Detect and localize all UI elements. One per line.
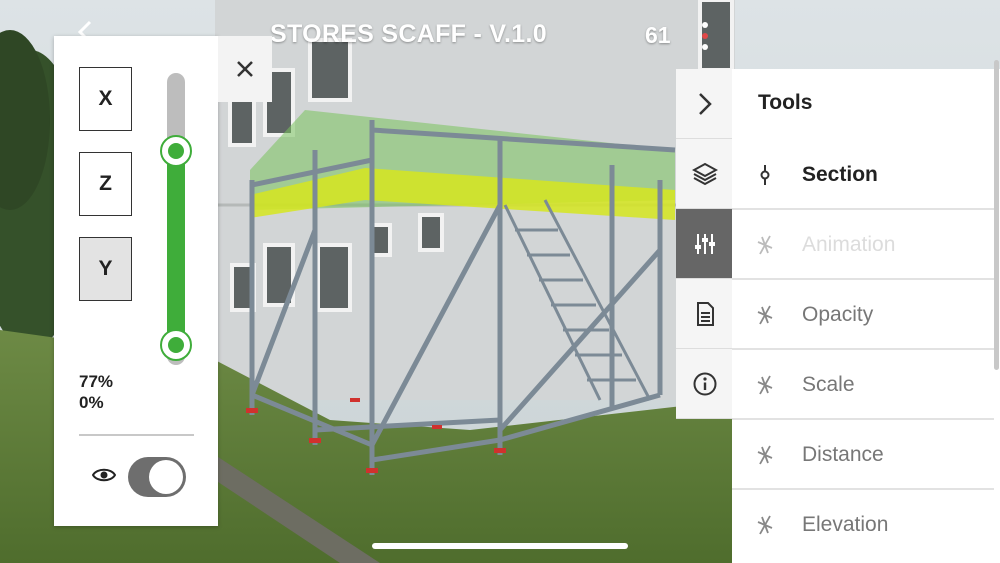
section-pin-icon <box>760 165 770 185</box>
crossed-tool-icon <box>757 235 773 255</box>
close-panel-button[interactable] <box>218 36 272 102</box>
crossed-tool-icon <box>757 375 773 395</box>
tool-item-elevation[interactable]: Elevation <box>732 490 994 560</box>
sliders-icon <box>694 233 715 254</box>
tool-item-label: Section <box>802 163 878 186</box>
tab-collapse[interactable] <box>676 69 733 139</box>
info-icon <box>693 372 716 395</box>
crossed-tool-icon <box>757 515 773 535</box>
crossed-tool-icon <box>757 305 773 325</box>
tools-menu: Tools Section Animation Opacity Scale Di… <box>732 69 1000 563</box>
panel-divider <box>79 434 194 436</box>
tools-menu-scrollbar[interactable] <box>994 60 999 370</box>
section-lower-handle[interactable] <box>160 329 192 361</box>
tools-menu-title: Tools <box>758 91 813 114</box>
app-title: STORES SCAFF - V.1.0 <box>270 20 547 48</box>
section-lower-value: 0% <box>79 393 104 412</box>
tab-document[interactable] <box>676 279 733 349</box>
tab-info[interactable] <box>676 349 733 419</box>
section-range-fill <box>167 150 185 345</box>
section-visibility-toggle[interactable] <box>128 457 186 497</box>
tool-item-label: Elevation <box>802 513 889 536</box>
crossed-tool-icon <box>757 445 773 465</box>
element-count: 61 <box>645 22 671 48</box>
tool-item-label: Opacity <box>802 303 874 326</box>
toggle-knob <box>149 460 183 494</box>
tab-tools[interactable] <box>676 209 733 279</box>
document-icon <box>696 301 714 326</box>
tool-item-label: Distance <box>802 443 884 466</box>
tab-layers[interactable] <box>676 139 733 209</box>
section-upper-value: 77% <box>79 372 114 391</box>
home-indicator[interactable] <box>372 543 628 549</box>
axis-y-button[interactable]: Y <box>79 237 132 301</box>
close-icon <box>237 61 253 77</box>
tool-item-scale[interactable]: Scale <box>732 350 994 420</box>
axis-x-button[interactable]: X <box>79 67 132 131</box>
section-panel: X Z Y 77% 0% <box>54 36 218 526</box>
tool-item-label: Scale <box>802 373 855 396</box>
tool-item-animation[interactable]: Animation <box>732 210 994 280</box>
chevron-right-icon <box>698 92 712 115</box>
eye-icon <box>92 468 116 482</box>
axis-z-button[interactable]: Z <box>79 152 132 216</box>
tool-item-distance[interactable]: Distance <box>732 420 994 490</box>
tool-item-section[interactable]: Section <box>732 140 994 210</box>
section-upper-handle[interactable] <box>160 134 192 167</box>
tool-item-label: Animation <box>802 233 896 256</box>
layers-icon <box>691 162 718 185</box>
tool-item-opacity[interactable]: Opacity <box>732 280 994 350</box>
more-options-icon[interactable] <box>694 12 716 60</box>
